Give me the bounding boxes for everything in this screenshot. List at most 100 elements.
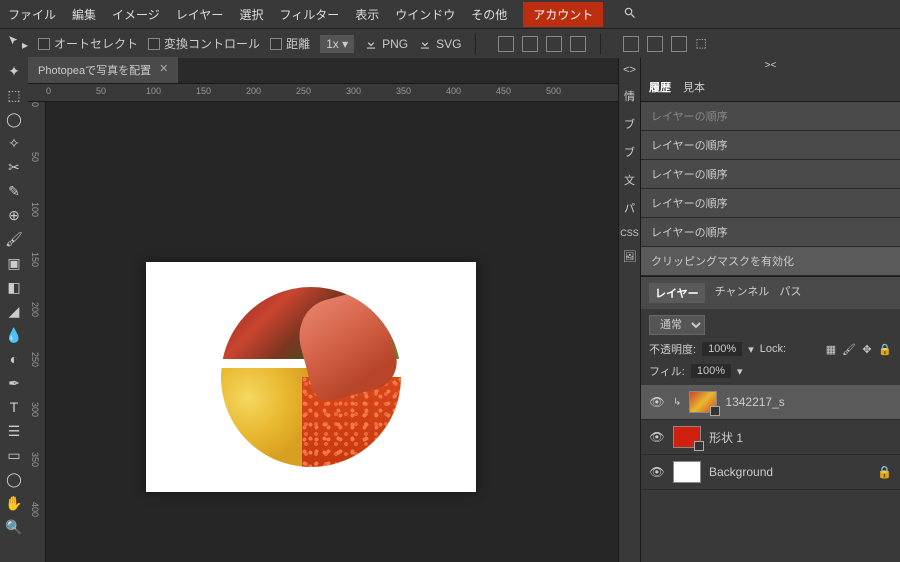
tab-paths[interactable]: パス xyxy=(779,283,801,303)
export-png[interactable]: PNG xyxy=(364,37,408,51)
move-tool[interactable]: ✦ xyxy=(4,62,24,80)
lock-icon[interactable]: 🔒 xyxy=(877,465,892,479)
history-item[interactable]: レイヤーの順序 xyxy=(641,102,900,131)
sidecol-css[interactable]: CSS xyxy=(620,228,639,238)
panel-collapse[interactable]: >< xyxy=(641,58,900,73)
fill-dropdown-icon[interactable]: ▾ xyxy=(737,365,743,378)
layer-options: 通常 不透明度: 100% ▾ Lock: ▦ 🖌 ✥ 🔒 フィル: 100% … xyxy=(641,309,900,385)
hand-tool[interactable]: ✋ xyxy=(4,494,24,512)
text-tool[interactable]: T xyxy=(4,398,24,416)
history-item[interactable]: レイヤーの順序 xyxy=(641,218,900,247)
layer-thumbnail[interactable] xyxy=(689,391,717,413)
menu-edit[interactable]: 編集 xyxy=(72,6,96,23)
menu-account[interactable]: アカウント xyxy=(523,2,603,27)
lock-paint-icon[interactable]: 🖌 xyxy=(842,342,856,356)
layer-thumbnail[interactable] xyxy=(673,426,701,448)
layer-name[interactable]: 形状 1 xyxy=(709,429,743,446)
tab-swatches[interactable]: 見本 xyxy=(683,79,705,95)
transform-label: 変換コントロール xyxy=(164,35,260,52)
sidecol-expand[interactable]: <> xyxy=(623,64,636,76)
align-left-icon[interactable] xyxy=(498,36,514,52)
menu-view[interactable]: 表示 xyxy=(355,6,379,23)
history-item[interactable]: クリッピングマスクを有効化 xyxy=(641,247,900,276)
blur-tool[interactable]: 💧 xyxy=(4,326,24,344)
align-right-icon[interactable] xyxy=(546,36,562,52)
tab-layers[interactable]: レイヤー xyxy=(649,283,705,303)
pen-tool[interactable]: ✒ xyxy=(4,374,24,392)
lock-position-icon[interactable]: ✥ xyxy=(860,342,874,356)
distance-checkbox[interactable]: 距離 xyxy=(270,35,310,52)
zoom-select[interactable]: 1x ▾ xyxy=(320,35,354,53)
menu-window[interactable]: ウインドウ xyxy=(395,6,455,23)
dist-2-icon[interactable] xyxy=(647,36,663,52)
history-item[interactable]: レイヤーの順序 xyxy=(641,189,900,218)
history-item[interactable]: レイヤーの順序 xyxy=(641,131,900,160)
visibility-icon[interactable]: 👁 xyxy=(649,430,665,444)
menu-filter[interactable]: フィルター xyxy=(279,6,339,23)
heal-tool[interactable]: ⊕ xyxy=(4,206,24,224)
lasso-tool[interactable]: ◯ xyxy=(4,110,24,128)
layer-row[interactable]: 👁 ↳ 1342217_s xyxy=(641,385,900,420)
visibility-icon[interactable]: 👁 xyxy=(649,395,665,409)
tab-history[interactable]: 履歴 xyxy=(649,79,671,95)
dist-4-icon[interactable]: ⬚ xyxy=(695,36,711,52)
layer-name[interactable]: Background xyxy=(709,465,773,479)
clipped-image[interactable] xyxy=(221,287,401,467)
visibility-icon[interactable]: 👁 xyxy=(649,465,665,479)
layer-row[interactable]: 👁 形状 1 xyxy=(641,420,900,455)
search-icon[interactable] xyxy=(623,6,637,23)
lock-all-icon[interactable]: 🔒 xyxy=(878,342,892,356)
stamp-tool[interactable]: ▣ xyxy=(4,254,24,272)
distribute-icons: ⬚ xyxy=(623,36,711,52)
move-tool-icon[interactable]: ▸ xyxy=(8,35,28,52)
crop-tool[interactable]: ✂ xyxy=(4,158,24,176)
brush-tool[interactable]: 🖌 xyxy=(4,230,24,248)
opacity-value[interactable]: 100% xyxy=(702,342,742,356)
menu-other[interactable]: その他 xyxy=(471,6,507,23)
sidecol-info[interactable]: 情 xyxy=(624,88,635,104)
align-center-icon[interactable] xyxy=(522,36,538,52)
canvas-area[interactable] xyxy=(46,102,618,562)
layer-thumbnail[interactable] xyxy=(673,461,701,483)
autoselect-checkbox[interactable]: オートセレクト xyxy=(38,35,138,52)
eyedropper-tool[interactable]: ✎ xyxy=(4,182,24,200)
layer-name[interactable]: 1342217_s xyxy=(725,395,784,409)
layer-row[interactable]: 👁 Background 🔒 xyxy=(641,455,900,490)
sidecol-image-icon[interactable]: 🖼 xyxy=(623,250,637,263)
align-top-icon[interactable] xyxy=(570,36,586,52)
transform-checkbox[interactable]: 変換コントロール xyxy=(148,35,260,52)
menu-layer[interactable]: レイヤー xyxy=(176,6,224,23)
export-svg[interactable]: SVG xyxy=(418,37,461,51)
dodge-tool[interactable]: ◐ xyxy=(4,350,24,368)
side-column: <> 情 ブ ブ 文 パ CSS 🖼 xyxy=(618,58,640,562)
menu-file[interactable]: ファイル xyxy=(8,6,56,23)
blend-mode-select[interactable]: 通常 xyxy=(649,315,705,335)
wand-tool[interactable]: ✧ xyxy=(4,134,24,152)
opacity-label: 不透明度: xyxy=(649,341,696,357)
close-icon[interactable]: ✕ xyxy=(159,62,168,78)
fill-value[interactable]: 100% xyxy=(691,364,731,378)
dist-3-icon[interactable] xyxy=(671,36,687,52)
zoom-tool[interactable]: 🔍 xyxy=(4,518,24,536)
canvas[interactable] xyxy=(146,262,476,492)
menu-select[interactable]: 選択 xyxy=(239,6,263,23)
document-tab[interactable]: Photopeaで写真を配置 ✕ xyxy=(28,57,178,83)
shape-tool[interactable]: ▭ xyxy=(4,446,24,464)
opacity-dropdown-icon[interactable]: ▾ xyxy=(748,343,754,356)
dist-1-icon[interactable] xyxy=(623,36,639,52)
path-tool[interactable]: ☰ xyxy=(4,422,24,440)
history-item[interactable]: レイヤーの順序 xyxy=(641,160,900,189)
sidecol-para[interactable]: パ xyxy=(624,200,635,216)
sidecol-brush[interactable]: ブ xyxy=(624,116,635,132)
lock-transparency-icon[interactable]: ▦ xyxy=(824,342,838,356)
tab-channels[interactable]: チャンネル xyxy=(715,283,770,303)
menu-image[interactable]: イメージ xyxy=(112,6,160,23)
marquee-tool[interactable]: ⬚ xyxy=(4,86,24,104)
distance-label: 距離 xyxy=(286,35,310,52)
gradient-tool[interactable]: ◢ xyxy=(4,302,24,320)
eraser-tool[interactable]: ◧ xyxy=(4,278,24,296)
ellipse-tool[interactable]: ◯ xyxy=(4,470,24,488)
sidecol-text[interactable]: 文 xyxy=(624,172,635,188)
sidecol-brush2[interactable]: ブ xyxy=(624,144,635,160)
document-tabs: Photopeaで写真を配置 ✕ xyxy=(28,58,618,84)
